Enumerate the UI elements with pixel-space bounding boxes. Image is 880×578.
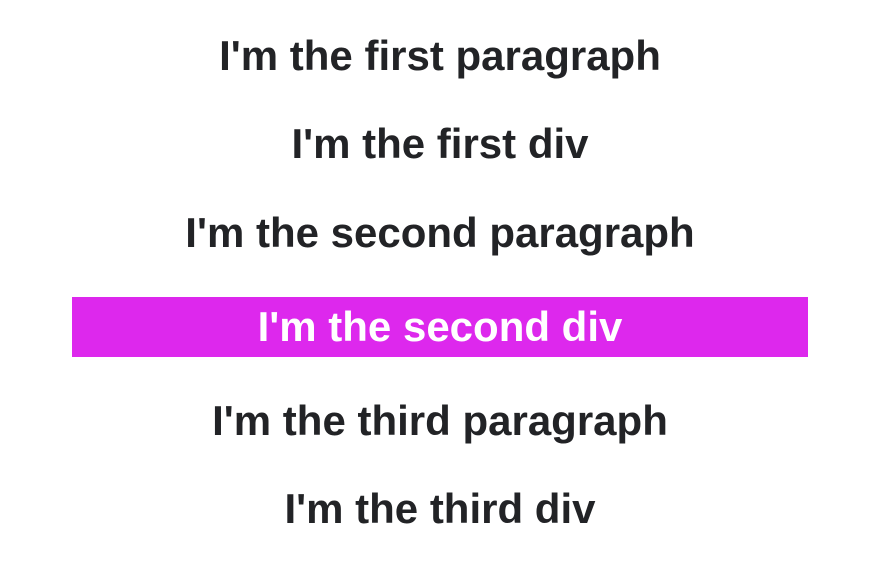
third-paragraph: I'm the third paragraph: [212, 397, 668, 445]
second-paragraph: I'm the second paragraph: [185, 209, 694, 257]
first-div: I'm the first div: [291, 120, 588, 168]
third-div: I'm the third div: [284, 485, 595, 533]
second-div: I'm the second div: [72, 297, 808, 357]
first-paragraph: I'm the first paragraph: [219, 32, 661, 80]
